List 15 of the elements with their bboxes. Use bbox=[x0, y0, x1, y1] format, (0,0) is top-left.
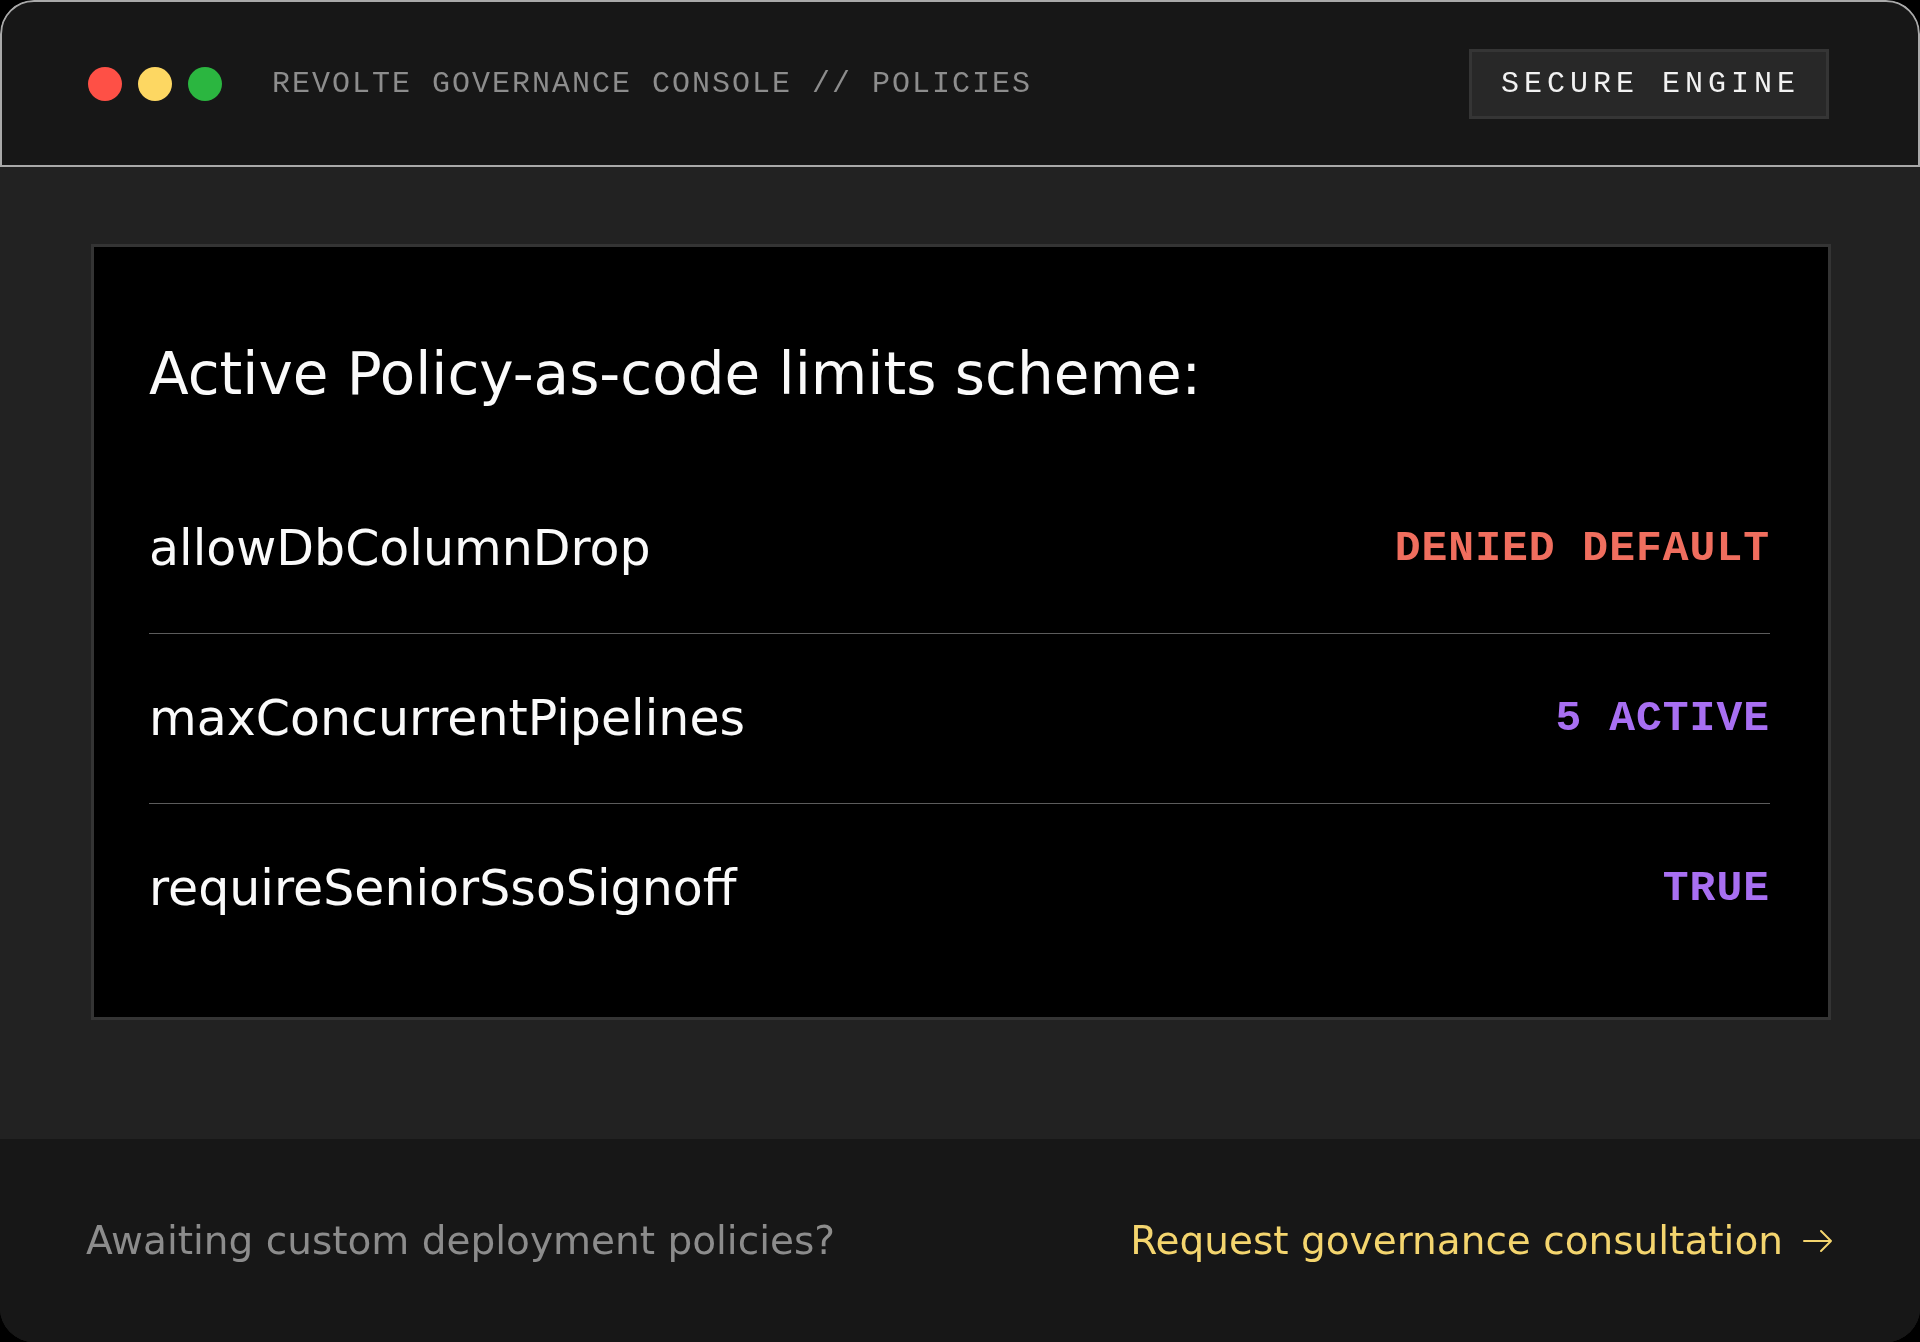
window-title: REVOLTE GOVERNANCE CONSOLE // POLICIES bbox=[272, 66, 1033, 101]
engine-badge: SECURE ENGINE bbox=[1468, 48, 1829, 119]
policy-value: 5 ACTIVE bbox=[1555, 694, 1770, 743]
arrow-right-icon bbox=[1803, 1227, 1833, 1254]
window-dot-icon[interactable] bbox=[188, 66, 222, 101]
window-dot-icon[interactable] bbox=[138, 66, 172, 101]
policy-value: TRUE bbox=[1662, 864, 1770, 913]
card-title: Active Policy-as-code limits scheme: bbox=[149, 339, 1203, 409]
consultation-link[interactable]: Request governance consultation bbox=[1130, 1218, 1833, 1263]
policy-name: maxConcurrentPipelines bbox=[149, 690, 746, 747]
policy-name: requireSeniorSsoSignoff bbox=[149, 860, 737, 917]
footer-prompt: Awaiting custom deployment policies? bbox=[86, 1218, 835, 1263]
policy-value: DENIED DEFAULT bbox=[1394, 523, 1770, 573]
policy-name: allowDbColumnDrop bbox=[149, 519, 651, 577]
window-dot-icon[interactable] bbox=[88, 66, 122, 101]
